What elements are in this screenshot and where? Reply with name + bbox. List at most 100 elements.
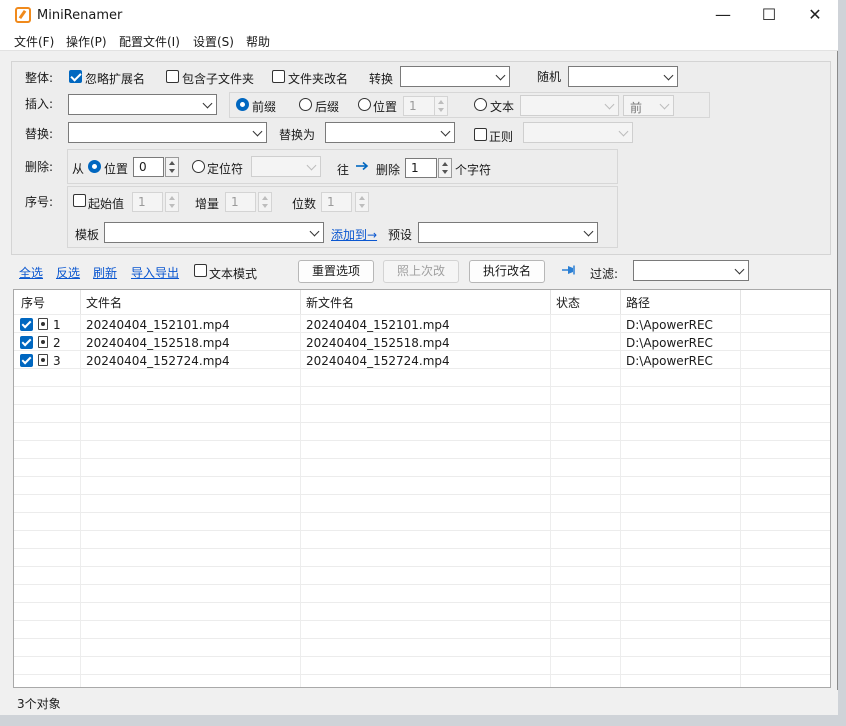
insert-combo[interactable] (68, 94, 217, 115)
as-last-button[interactable]: 照上次改 (383, 260, 459, 283)
delete-locator-radio[interactable] (192, 160, 205, 173)
preset-combo[interactable] (418, 222, 598, 243)
insert-text-radio[interactable] (474, 98, 487, 111)
row-newname: 20240404_152518.mp4 (306, 336, 450, 350)
insert-position-input[interactable]: 1 (403, 96, 435, 116)
row-checkbox[interactable] (20, 318, 33, 331)
menu-operation[interactable]: 操作(P) (66, 33, 107, 50)
start-value-input[interactable]: 1 (132, 192, 163, 212)
row-index: 2 (53, 336, 61, 350)
insert-text-label: 文本 (490, 100, 515, 114)
filter-combo[interactable] (633, 260, 749, 281)
replace-combo[interactable] (68, 122, 267, 143)
template-combo[interactable] (104, 222, 324, 243)
delete-label: 删除: (25, 160, 54, 174)
import-export-link[interactable]: 导入导出 (131, 264, 179, 281)
insert-prefix-radio[interactable] (236, 98, 249, 111)
delete-position-spinner[interactable] (165, 157, 179, 177)
title-bar[interactable]: MiniRenamer — ☐ ✕ (0, 0, 838, 31)
text-mode-label: 文本模式 (209, 267, 258, 281)
ignore-ext-checkbox[interactable] (69, 70, 82, 83)
menu-settings[interactable]: 设置(S) (193, 33, 234, 50)
chevron-down-icon (306, 160, 317, 171)
convert-combo[interactable] (400, 66, 510, 87)
add-to-link[interactable]: 添加到→ (331, 226, 377, 243)
regex-combo[interactable] (523, 122, 633, 143)
refresh-link[interactable]: 刷新 (93, 264, 117, 281)
rename-folders-checkbox[interactable] (272, 70, 285, 83)
delete-position-radio[interactable] (88, 160, 101, 173)
insert-text-combo[interactable] (520, 95, 619, 116)
chevron-down-icon (252, 126, 263, 137)
pin-icon[interactable] (561, 264, 577, 276)
close-button[interactable]: ✕ (792, 0, 838, 31)
column-header-newname[interactable]: 新文件名 (306, 294, 354, 311)
insert-front-combo[interactable]: 前 (623, 95, 674, 116)
include-subfolders-checkbox[interactable] (166, 70, 179, 83)
row-filename: 20240404_152724.mp4 (86, 354, 230, 368)
menu-profile[interactable]: 配置文件(I) (119, 33, 180, 50)
menu-help[interactable]: 帮助 (246, 33, 270, 50)
menu-file[interactable]: 文件(F) (14, 33, 54, 50)
execute-rename-button[interactable]: 执行改名 (469, 260, 545, 283)
template-label: 模板 (75, 228, 100, 242)
spin-down-icon (169, 169, 175, 173)
row-newname: 20240404_152724.mp4 (306, 354, 450, 368)
delete-locator-combo[interactable] (251, 156, 321, 177)
maximize-button[interactable]: ☐ (746, 0, 792, 31)
window-title: MiniRenamer (37, 8, 123, 23)
regex-checkbox[interactable] (474, 128, 487, 141)
insert-position-spinner[interactable] (434, 96, 448, 116)
menu-bar: 文件(F) 操作(P) 配置文件(I) 设置(S) 帮助 (0, 31, 838, 51)
app-window: MiniRenamer — ☐ ✕ 文件(F) 操作(P) 配置文件(I) 设置… (0, 0, 838, 715)
increment-label: 增量 (195, 197, 220, 211)
row-checkbox[interactable] (20, 354, 33, 367)
replace-with-combo[interactable] (325, 122, 455, 143)
row-newname: 20240404_152101.mp4 (306, 318, 450, 332)
chevron-down-icon (495, 70, 506, 81)
select-all-link[interactable]: 全选 (19, 264, 43, 281)
random-combo[interactable] (568, 66, 678, 87)
start-value-spinner[interactable] (165, 192, 179, 212)
increment-input[interactable]: 1 (225, 192, 256, 212)
column-header-status[interactable]: 状态 (556, 294, 580, 311)
delete-count-spinner[interactable] (438, 158, 452, 178)
digits-input[interactable]: 1 (321, 192, 352, 212)
text-mode-checkbox[interactable] (194, 264, 207, 277)
row-index: 3 (53, 354, 61, 368)
delete-position-label: 位置 (104, 162, 129, 176)
invert-selection-link[interactable]: 反选 (56, 264, 80, 281)
chevron-down-icon (309, 226, 320, 237)
start-value-checkbox[interactable] (73, 194, 86, 207)
ignore-ext-label: 忽略扩展名 (85, 72, 146, 86)
reset-options-button[interactable]: 重置选项 (298, 260, 374, 283)
file-icon (38, 354, 48, 366)
row-filename: 20240404_152101.mp4 (86, 318, 230, 332)
column-header-path[interactable]: 路径 (626, 294, 650, 311)
increment-spinner[interactable] (258, 192, 272, 212)
file-list[interactable]: 序号 文件名 新文件名 状态 路径 1 20240404_152101.mp4 … (13, 289, 831, 688)
spin-up-icon (169, 196, 175, 200)
digits-spinner[interactable] (355, 192, 369, 212)
insert-prefix-label: 前缀 (252, 100, 277, 114)
column-header-index[interactable]: 序号 (21, 294, 45, 311)
column-header-filename[interactable]: 文件名 (86, 294, 122, 311)
chevron-down-icon (604, 99, 615, 110)
delete-count-input[interactable]: 1 (405, 158, 437, 178)
minimize-button[interactable]: — (700, 0, 746, 31)
row-path: D:\ApowerREC (626, 354, 713, 368)
insert-suffix-radio[interactable] (299, 98, 312, 111)
insert-position-radio[interactable] (358, 98, 371, 111)
arrow-right-icon[interactable] (355, 160, 369, 171)
insert-suffix-label: 后缀 (315, 100, 340, 114)
row-checkbox[interactable] (20, 336, 33, 349)
regex-label: 正则 (489, 130, 514, 144)
chevron-down-icon (202, 98, 213, 109)
chevron-down-icon (663, 70, 674, 81)
sequence-label: 序号: (25, 195, 54, 209)
spin-down-icon (169, 204, 175, 208)
chevron-down-icon (618, 126, 629, 137)
spin-up-icon (169, 161, 175, 165)
spin-up-icon (438, 100, 444, 104)
delete-position-input[interactable]: 0 (133, 157, 164, 177)
